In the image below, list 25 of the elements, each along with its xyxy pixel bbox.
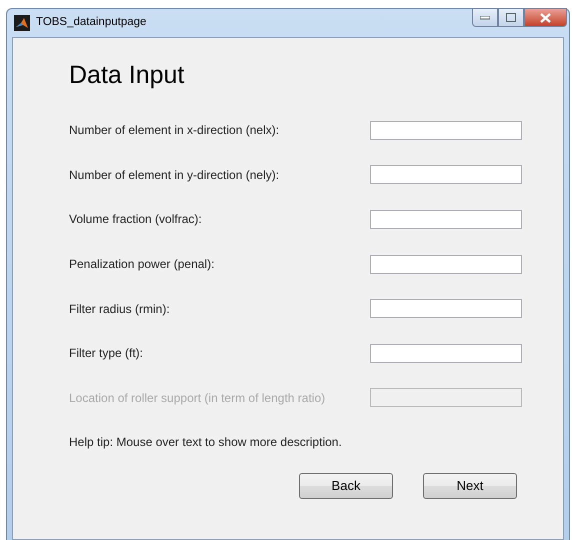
- close-icon: [540, 12, 551, 22]
- back-button[interactable]: Back: [299, 473, 393, 500]
- field-label: Filter type (ft):: [69, 345, 144, 362]
- field-label: Number of element in y-direction (nely):: [69, 166, 280, 184]
- app-icon: [14, 15, 30, 31]
- input-field[interactable]: [370, 120, 522, 140]
- input-field[interactable]: [370, 210, 522, 229]
- next-button[interactable]: Next: [423, 473, 517, 500]
- field-label: Number of element in x-direction (nelx):: [69, 122, 280, 140]
- help-text: Help tip: Mouse over text to show more description.: [69, 434, 343, 452]
- field-label: Penalization power (penal):: [69, 256, 216, 274]
- input-field[interactable]: [370, 299, 522, 318]
- maximize-button[interactable]: [498, 8, 524, 27]
- input-field[interactable]: [370, 165, 522, 184]
- field-label: Filter radius (rmin):: [69, 300, 171, 318]
- page-heading: Data Input: [69, 60, 186, 90]
- window-title: TOBS_datainputpage: [36, 15, 146, 30]
- minimize-button[interactable]: [472, 8, 498, 27]
- input-field[interactable]: [370, 344, 522, 363]
- minimize-icon: [480, 16, 490, 20]
- maximize-icon: [506, 13, 516, 22]
- field-label: Location of roller support (in term of length ratio): [69, 390, 326, 407]
- input-field[interactable]: [370, 254, 522, 274]
- close-button[interactable]: [524, 8, 567, 27]
- field-label: Volume fraction (volfrac):: [69, 211, 203, 228]
